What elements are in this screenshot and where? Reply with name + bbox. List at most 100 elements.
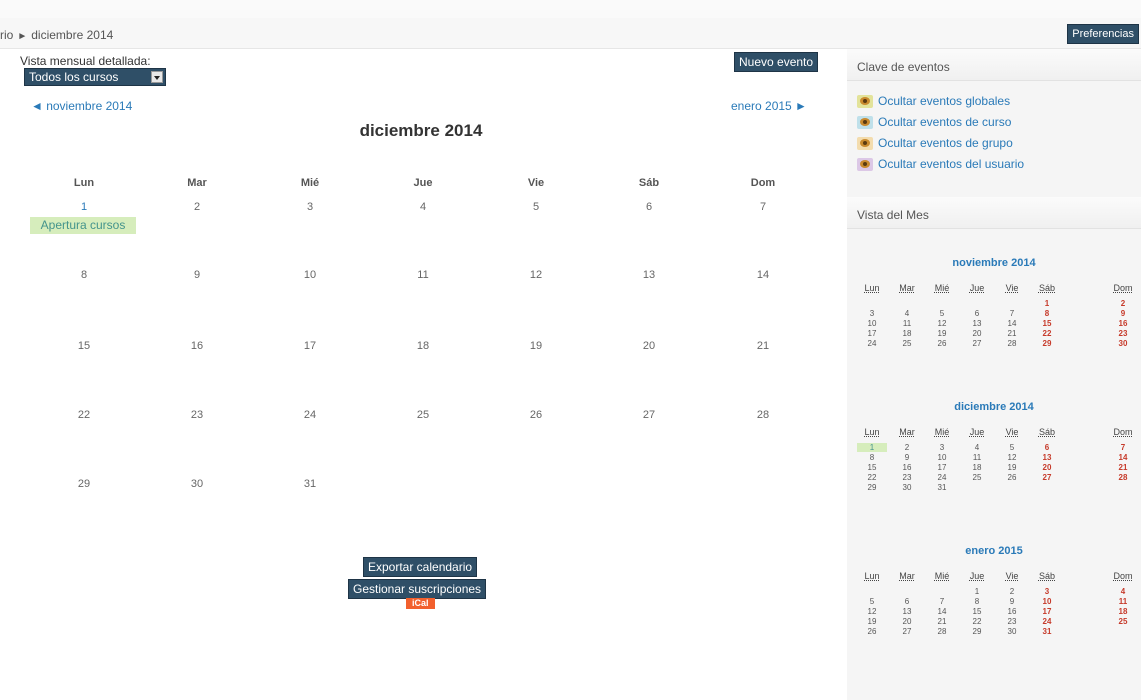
day-cell[interactable]: 29 [54, 478, 114, 490]
new-event-button[interactable]: Nuevo evento [734, 52, 819, 72]
eye-icon[interactable] [860, 139, 870, 147]
mini-day-cell[interactable]: 15 [1032, 319, 1062, 328]
mini-day-cell[interactable]: 13 [1032, 453, 1062, 462]
mini-day-cell[interactable]: 8 [857, 453, 887, 462]
day-cell[interactable]: 30 [167, 478, 227, 490]
day-cell[interactable]: 21 [733, 340, 793, 352]
mini-day-cell[interactable]: 15 [857, 463, 887, 472]
mini-day-cell[interactable]: 28 [927, 627, 957, 636]
mini-day-cell[interactable]: 30 [892, 483, 922, 492]
mini-day-cell[interactable]: 5 [997, 443, 1027, 452]
key-item-label[interactable]: Ocultar eventos globales [878, 94, 1010, 108]
mini-day-cell[interactable]: 10 [927, 453, 957, 462]
mini-day-cell[interactable]: 10 [857, 319, 887, 328]
mini-day-cell[interactable]: 27 [892, 627, 922, 636]
mini-day-cell[interactable]: 25 [962, 473, 992, 482]
mini-day-cell[interactable]: 23 [1108, 329, 1138, 338]
mini-day-cell[interactable]: 31 [927, 483, 957, 492]
mini-day-cell[interactable]: 18 [962, 463, 992, 472]
key-item-label[interactable]: Ocultar eventos de grupo [878, 136, 1013, 150]
mini-day-cell[interactable]: 19 [857, 617, 887, 626]
day-cell[interactable]: 2 [167, 201, 227, 213]
mini-day-cell[interactable]: 20 [892, 617, 922, 626]
mini-day-cell[interactable]: 7 [997, 309, 1027, 318]
mini-day-cell[interactable]: 8 [962, 597, 992, 606]
day-cell[interactable]: 10 [280, 269, 340, 281]
key-item-label[interactable]: Ocultar eventos del usuario [878, 157, 1024, 171]
mini-day-cell[interactable]: 30 [1108, 339, 1138, 348]
mini-day-cell[interactable]: 30 [997, 627, 1027, 636]
manage-subscriptions-button[interactable]: Gestionar suscripciones [348, 579, 487, 599]
eye-icon[interactable] [860, 118, 870, 126]
key-item-label[interactable]: Ocultar eventos de curso [878, 115, 1011, 129]
mini-day-cell[interactable]: 17 [1032, 607, 1062, 616]
chevron-down-icon[interactable] [151, 71, 163, 83]
mini-day-cell[interactable]: 2 [892, 443, 922, 452]
eye-icon[interactable] [860, 97, 870, 105]
day-cell[interactable]: 26 [506, 409, 566, 421]
mini-day-cell[interactable]: 29 [962, 627, 992, 636]
day-cell[interactable]: 19 [506, 340, 566, 352]
day-cell[interactable]: 16 [167, 340, 227, 352]
day-cell[interactable]: 17 [280, 340, 340, 352]
day-cell[interactable]: 24 [280, 409, 340, 421]
mini-day-cell[interactable]: 11 [1108, 597, 1138, 606]
mini-day-cell[interactable]: 13 [892, 607, 922, 616]
day-cell[interactable]: 3 [280, 201, 340, 213]
course-select[interactable]: Todos los cursos [24, 68, 166, 86]
mini-day-cell[interactable]: 6 [962, 309, 992, 318]
mini-day-cell[interactable]: 8 [1032, 309, 1062, 318]
day-cell[interactable]: 20 [619, 340, 679, 352]
mini-calendar-title[interactable]: diciembre 2014 [847, 401, 1141, 413]
mini-day-cell[interactable]: 19 [997, 463, 1027, 472]
mini-day-cell[interactable]: 1 [857, 443, 887, 452]
mini-day-cell[interactable]: 19 [927, 329, 957, 338]
day-cell[interactable]: 14 [733, 269, 793, 281]
prev-month-link[interactable]: ◄ noviembre 2014 [31, 99, 132, 113]
mini-day-cell[interactable]: 9 [1108, 309, 1138, 318]
day-cell[interactable]: 11 [393, 269, 453, 281]
day-cell[interactable]: 13 [619, 269, 679, 281]
day-cell[interactable]: 7 [733, 201, 793, 213]
day-cell[interactable]: 4 [393, 201, 453, 213]
day-cell[interactable]: 12 [506, 269, 566, 281]
mini-day-cell[interactable]: 28 [997, 339, 1027, 348]
mini-day-cell[interactable]: 29 [1032, 339, 1062, 348]
mini-day-cell[interactable]: 16 [892, 463, 922, 472]
next-month-link[interactable]: enero 2015 ► [731, 99, 807, 113]
mini-day-cell[interactable]: 26 [997, 473, 1027, 482]
mini-day-cell[interactable]: 4 [962, 443, 992, 452]
day-cell[interactable]: 15 [54, 340, 114, 352]
mini-day-cell[interactable]: 2 [997, 587, 1027, 596]
mini-day-cell[interactable]: 22 [962, 617, 992, 626]
mini-day-cell[interactable]: 17 [857, 329, 887, 338]
mini-day-cell[interactable]: 25 [1108, 617, 1138, 626]
mini-day-cell[interactable]: 15 [962, 607, 992, 616]
day-cell[interactable]: 23 [167, 409, 227, 421]
mini-day-cell[interactable]: 31 [1032, 627, 1062, 636]
key-item-2[interactable]: Ocultar eventos de grupo [857, 133, 1024, 154]
event-apertura-cursos[interactable]: Apertura cursos [30, 217, 136, 234]
mini-day-cell[interactable]: 18 [892, 329, 922, 338]
mini-day-cell[interactable]: 29 [857, 483, 887, 492]
mini-day-cell[interactable]: 7 [1108, 443, 1138, 452]
day-cell[interactable]: 5 [506, 201, 566, 213]
day-cell[interactable]: 1 [54, 201, 114, 213]
day-cell[interactable]: 25 [393, 409, 453, 421]
mini-day-cell[interactable]: 21 [1108, 463, 1138, 472]
mini-day-cell[interactable]: 24 [1032, 617, 1062, 626]
mini-day-cell[interactable]: 4 [1108, 587, 1138, 596]
mini-day-cell[interactable]: 5 [857, 597, 887, 606]
mini-day-cell[interactable]: 16 [1108, 319, 1138, 328]
mini-day-cell[interactable]: 12 [997, 453, 1027, 462]
day-cell[interactable]: 18 [393, 340, 453, 352]
key-item-0[interactable]: Ocultar eventos globales [857, 91, 1024, 112]
breadcrumb-prev-link[interactable]: rio [0, 28, 13, 42]
mini-day-cell[interactable]: 11 [962, 453, 992, 462]
mini-day-cell[interactable]: 6 [892, 597, 922, 606]
mini-day-cell[interactable]: 20 [962, 329, 992, 338]
mini-day-cell[interactable]: 21 [997, 329, 1027, 338]
mini-day-cell[interactable]: 24 [927, 473, 957, 482]
mini-day-cell[interactable]: 21 [927, 617, 957, 626]
mini-day-cell[interactable]: 27 [962, 339, 992, 348]
